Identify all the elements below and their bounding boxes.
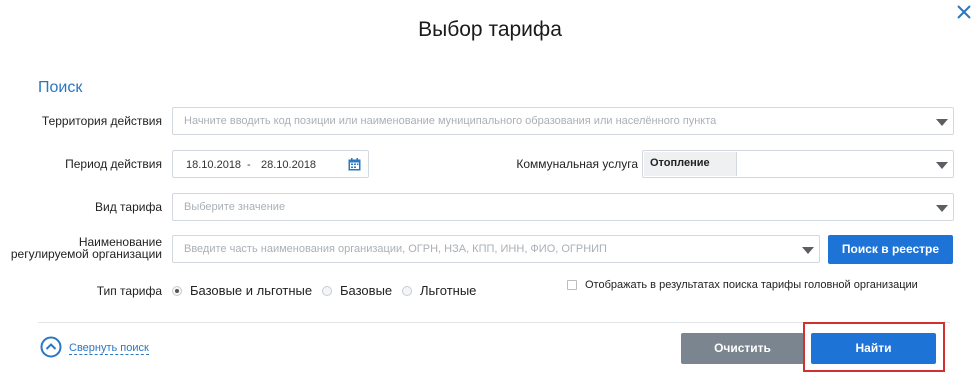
chevron-down-icon[interactable] [936, 119, 948, 126]
service-selected-chip[interactable]: Отопление [644, 152, 737, 176]
radio-preferential[interactable] [402, 286, 412, 296]
tariff-kind-placeholder: Выберите значение [184, 201, 286, 213]
service-selected-value: Отопление [650, 157, 710, 169]
chevron-down-icon[interactable] [802, 247, 814, 254]
find-button-highlight [803, 322, 945, 372]
radio-basic-and-preferential[interactable] [172, 286, 182, 296]
territory-select[interactable]: Начните вводить код позиции или наименов… [172, 107, 954, 135]
radio-selected-dot [175, 289, 179, 293]
chevron-down-icon[interactable] [936, 162, 948, 169]
dialog-title: Выбор тарифа [418, 18, 562, 41]
registry-search-button[interactable]: Поиск в реестре [828, 235, 953, 264]
date-to: 28.10.2018 [261, 159, 317, 171]
service-select[interactable]: Отопление [642, 150, 954, 178]
calendar-icon[interactable] [348, 158, 361, 171]
organization-label-line2: регулируемой организации [10, 247, 162, 261]
organization-label: Наименование регулируемой организации [10, 236, 162, 260]
head-org-checkbox[interactable] [567, 280, 577, 290]
close-icon[interactable] [955, 3, 973, 21]
date-separator: - [247, 159, 251, 171]
territory-label: Территория действия [41, 114, 162, 128]
tariff-kind-label: Вид тарифа [94, 200, 162, 214]
search-section-title: Поиск [38, 79, 83, 96]
organization-placeholder: Введите часть наименования организации, … [184, 243, 607, 255]
collapse-search-link[interactable]: Свернуть поиск [69, 342, 149, 355]
territory-placeholder: Начните вводить код позиции или наименов… [184, 115, 717, 127]
date-from: 18.10.2018 [186, 159, 242, 171]
period-label: Период действия [65, 157, 162, 171]
service-label: Коммунальная услуга [516, 157, 638, 171]
radio-label-basic[interactable]: Базовые [340, 283, 392, 298]
head-org-checkbox-label[interactable]: Отображать в результатах поиска тарифы г… [585, 279, 918, 291]
period-date-range[interactable]: 18.10.2018 - 28.10.2018 [172, 150, 369, 178]
clear-button[interactable]: Очистить [681, 333, 804, 364]
radio-label-preferential[interactable]: Льготные [420, 283, 476, 298]
organization-select[interactable]: Введите часть наименования организации, … [172, 235, 820, 263]
tariff-type-label: Тип тарифа [96, 284, 162, 298]
radio-basic[interactable] [322, 286, 332, 296]
chevron-down-icon[interactable] [936, 205, 948, 212]
radio-label-basic-and-preferential[interactable]: Базовые и льготные [190, 283, 312, 298]
chevron-up-circle-icon[interactable] [40, 336, 62, 358]
tariff-kind-select[interactable]: Выберите значение [172, 193, 954, 221]
